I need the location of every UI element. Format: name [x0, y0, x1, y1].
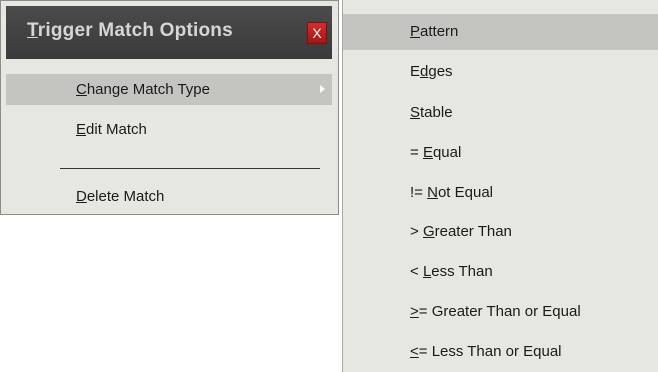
submenu-item-label: table — [420, 104, 453, 121]
close-icon: X — [312, 25, 322, 41]
menu-item-mnemonic: E — [76, 121, 87, 138]
submenu-item-edges[interactable]: Edges — [343, 54, 658, 90]
submenu-item-label: reater Than — [434, 223, 512, 240]
submenu-item-mnemonic: S — [410, 104, 421, 121]
menu-header: Trigger Match Options X — [6, 6, 332, 59]
menu-item-label: elete Match — [86, 188, 165, 205]
menu-title-mnemonic: T — [27, 20, 38, 41]
submenu-item-label: = Greater Than or Equal — [418, 303, 581, 320]
submenu-item-not-equal[interactable]: != Not Equal — [343, 175, 658, 211]
submenu-item-pattern[interactable]: Pattern — [343, 14, 658, 50]
submenu-item-label: = Less Than or Equal — [418, 343, 562, 360]
menu-title: Trigger Match Options — [27, 20, 233, 42]
menu-item-label: hange Match Type — [86, 81, 210, 98]
page: Trigger Match Options X Change Match Typ… — [0, 0, 658, 372]
menu-title-text: rigger Match Options — [37, 20, 233, 41]
submenu-item-mnemonic: E — [422, 144, 433, 161]
submenu-item-prefix: > — [410, 223, 423, 240]
submenu-item-stable[interactable]: Stable — [343, 95, 658, 131]
submenu-arrow-icon — [320, 85, 325, 93]
menu-item-delete-match[interactable]: Delete Match — [6, 181, 332, 212]
match-type-submenu: Pattern Edges Stable = Equal != Not Equa… — [342, 0, 658, 372]
submenu-item-mnemonic: P — [410, 23, 421, 40]
trigger-match-options-menu: Trigger Match Options X Change Match Typ… — [0, 0, 339, 215]
submenu-item-less-or-equal[interactable]: <= Less Than or Equal — [343, 334, 658, 370]
submenu-item-prefix: < — [410, 263, 423, 280]
submenu-item-label: qual — [432, 144, 462, 161]
submenu-item-less-than[interactable]: < Less Than — [343, 254, 658, 290]
submenu-item-greater-than[interactable]: > Greater Than — [343, 214, 658, 250]
submenu-item-label: ot Equal — [437, 184, 493, 201]
submenu-item-mnemonic: > — [410, 303, 419, 320]
menu-separator — [60, 168, 320, 169]
submenu-item-label: ess Than — [431, 263, 493, 280]
menu-item-mnemonic: D — [76, 188, 87, 205]
menu-item-edit-match[interactable]: Edit Match — [6, 114, 332, 145]
menu-item-label: dit Match — [86, 121, 147, 138]
submenu-item-mnemonic: N — [427, 184, 438, 201]
submenu-item-mnemonic: G — [422, 223, 435, 240]
submenu-item-prefix: E — [410, 63, 421, 80]
submenu-item-prefix: = — [410, 144, 423, 161]
menu-item-change-match-type[interactable]: Change Match Type — [6, 74, 332, 105]
submenu-item-label: ges — [428, 63, 453, 80]
submenu-item-mnemonic: < — [410, 343, 419, 360]
submenu-item-greater-or-equal[interactable]: >= Greater Than or Equal — [343, 294, 658, 330]
close-button[interactable]: X — [307, 22, 327, 44]
submenu-item-label: attern — [420, 23, 459, 40]
menu-item-mnemonic: C — [76, 81, 87, 98]
submenu-item-equal[interactable]: = Equal — [343, 135, 658, 171]
submenu-item-prefix: != — [410, 184, 428, 201]
